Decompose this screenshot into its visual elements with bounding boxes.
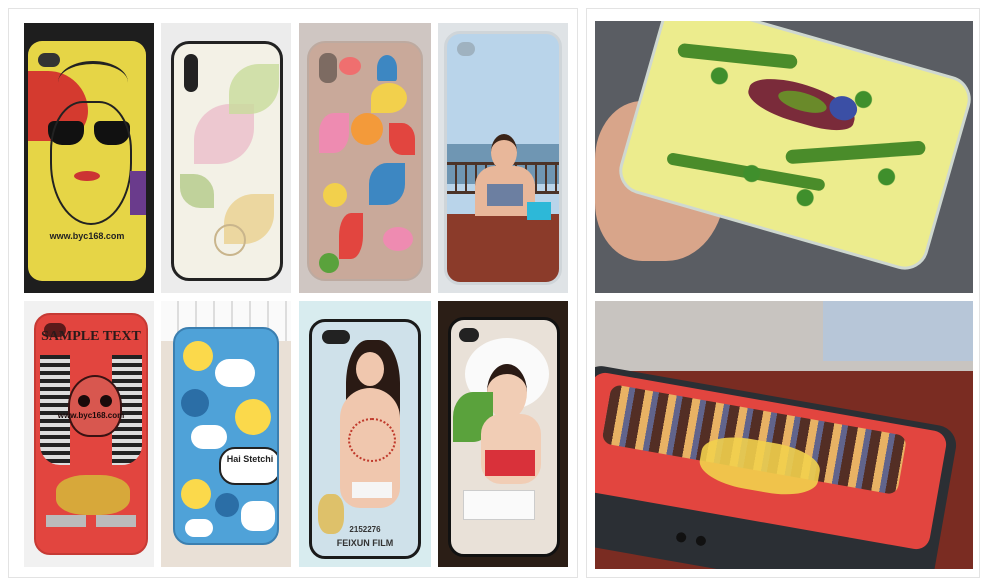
face-outline [50, 101, 132, 225]
hair-lines [58, 61, 128, 104]
tile7-code: 2152276 [349, 525, 381, 534]
photo-hand-bird-case [595, 21, 973, 293]
right-photo-panel [586, 8, 980, 578]
skull-case-body [595, 363, 960, 569]
face [356, 352, 384, 386]
leaf-green [229, 64, 279, 114]
blue-object [823, 301, 973, 361]
tile5-caption: www.byc168.com [57, 411, 125, 420]
phone-case-leaves [161, 23, 291, 293]
gun-left [46, 515, 86, 527]
phone-case-body [444, 31, 562, 285]
phone-case-colorful-leaves [299, 23, 431, 293]
camera-cutout [457, 42, 475, 56]
camera-cutout [319, 53, 337, 83]
purple-accent [130, 171, 146, 215]
phone-case-body: Hai Stetchi [173, 327, 279, 545]
gold-ornament [56, 475, 130, 515]
bottom [352, 482, 392, 498]
camera-cutout [459, 328, 479, 342]
table [447, 214, 559, 282]
tile7-caption: FEIXUN FILM [336, 538, 394, 548]
photo-skull-case-desk [595, 301, 973, 569]
phone-case-body [448, 317, 560, 557]
tile1-caption: www.byc168.com [49, 231, 125, 241]
face [487, 364, 527, 420]
camera-cutout [38, 53, 60, 67]
speech-bubble: Hai Stetchi [219, 447, 277, 485]
left-collage-panel: www.byc168.com SAMPLE TEXT www.byc168.co… [8, 8, 578, 578]
phone-case-body: www.byc168.com [28, 41, 146, 281]
tile6-bubble-text: Hai Stetchi [226, 454, 274, 464]
phone-case-woman-photo: 2152276 FEIXUN FILM [299, 301, 431, 567]
gun-right [96, 515, 136, 527]
camera-cutout [184, 54, 198, 92]
phone-case-body [307, 41, 423, 281]
girl-head [491, 134, 517, 170]
cyan-item [527, 202, 551, 220]
side-button-2 [695, 535, 707, 547]
phone-case-body: SAMPLE TEXT www.byc168.com [34, 313, 148, 555]
phone-case-skull: SAMPLE TEXT www.byc168.com [24, 301, 154, 567]
phone-case-body [171, 41, 283, 281]
phone-case-sea-girl [438, 23, 568, 293]
girl-top [487, 184, 523, 206]
wing-left [40, 355, 70, 465]
phone-case-girl-hat [438, 301, 568, 567]
leaf-olive [180, 174, 214, 208]
phone-case-body: 2152276 FEIXUN FILM [309, 319, 421, 559]
case-artwork [595, 370, 949, 552]
beads [348, 418, 396, 462]
side-button-1 [675, 531, 687, 544]
skull [68, 375, 122, 437]
book [463, 490, 535, 520]
red-top [485, 450, 535, 476]
phone-case-popart-girl: www.byc168.com [24, 23, 154, 293]
phone-case-cartoon: Hai Stetchi [161, 301, 291, 567]
tile5-top-text: SAMPLE TEXT [41, 329, 141, 344]
flower-round [214, 224, 246, 256]
camera-cutout [322, 330, 350, 344]
